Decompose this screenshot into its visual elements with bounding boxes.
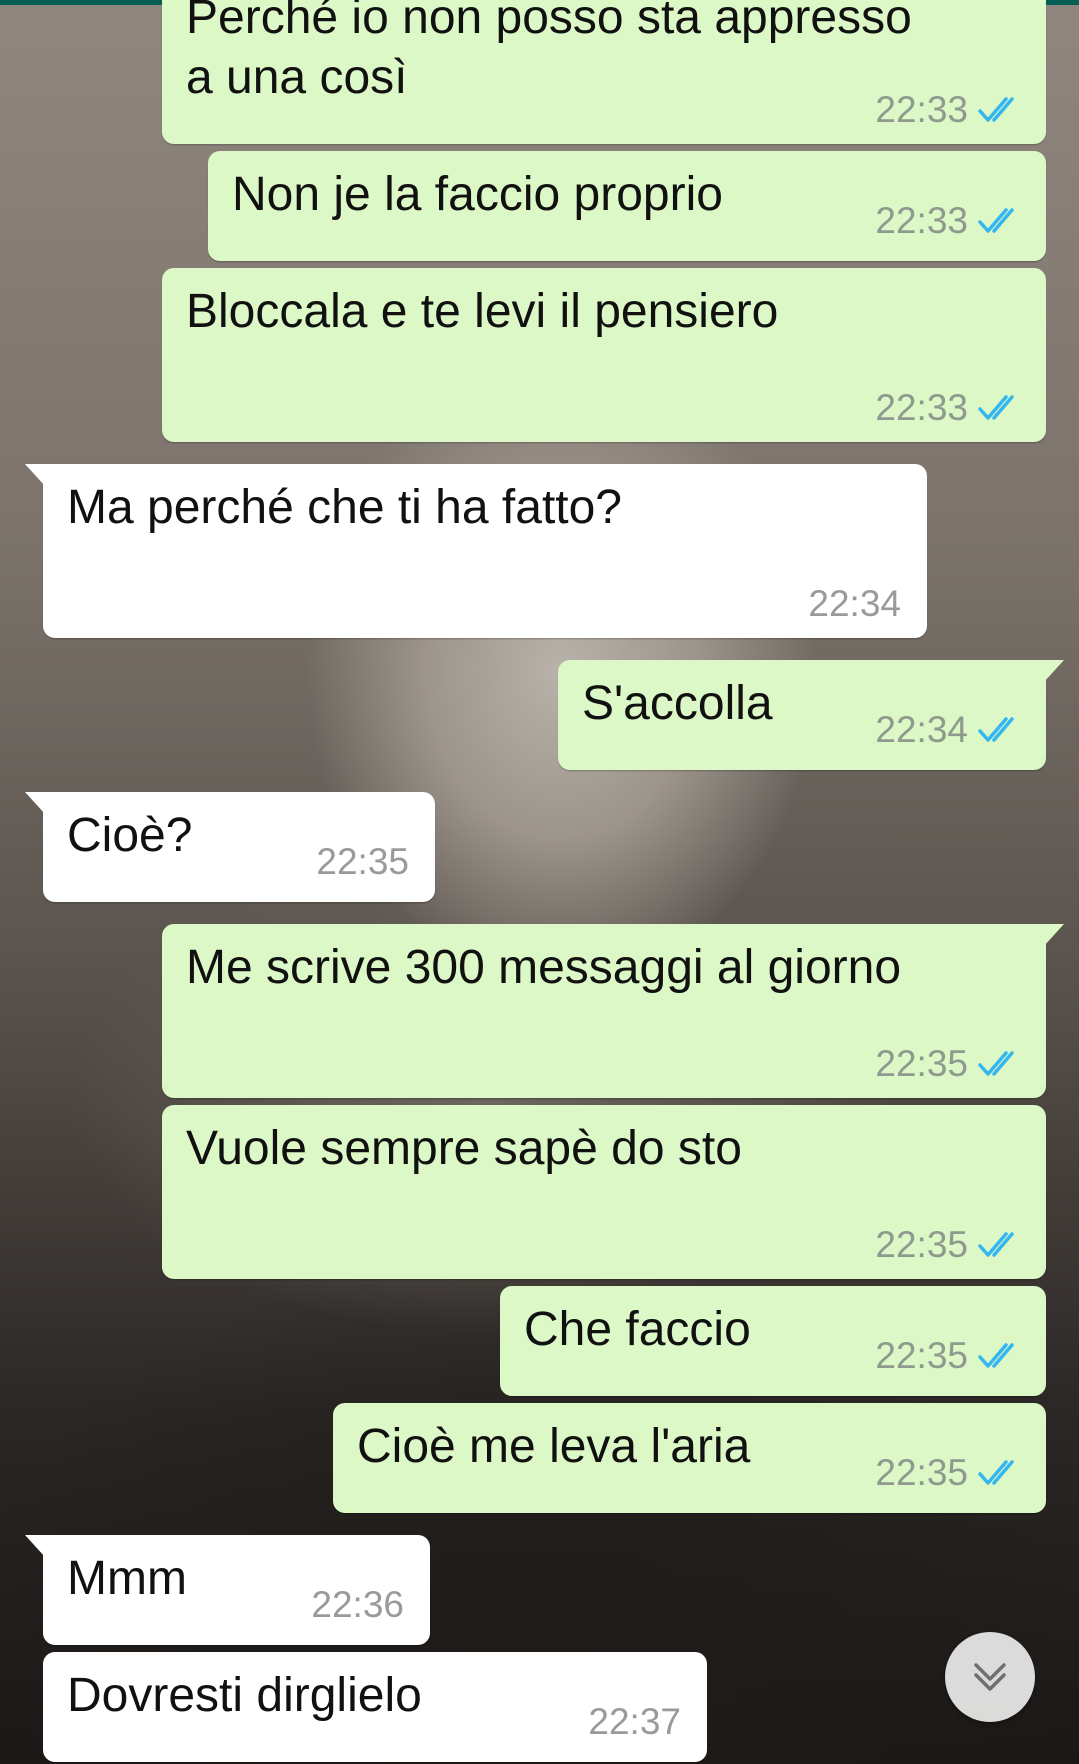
message-time: 22:35 [875,1452,968,1493]
message-text: Me scrive 300 messaggi al giorno [186,941,902,994]
message-meta: 22:34 [875,710,1024,750]
double-check-icon [978,1460,1014,1485]
message-time: 22:35 [875,1043,968,1084]
bubble-tail [1044,660,1064,682]
double-check-icon [978,208,1014,233]
double-check-icon [978,1232,1014,1257]
message-bubble-outgoing[interactable]: Bloccala e te levi il pensiero 22:33 [162,268,1046,442]
message-meta: 22:33 [875,90,1024,130]
message-meta: 22:35 [875,1044,1024,1084]
bubble-tail [25,1535,45,1557]
message-time: 22:33 [875,387,968,428]
bubble-tail [25,464,45,486]
double-check-icon [978,717,1014,742]
message-meta: 22:36 [311,1585,404,1625]
message-bubble-incoming[interactable]: Mmm 22:36 [25,1535,430,1645]
message-text: Bloccala e te levi il pensiero [186,285,779,338]
message-bubble-outgoing[interactable]: Perché io non posso sta appresso a una c… [162,0,1046,144]
message-bubble-outgoing[interactable]: S'accolla 22:34 [558,660,1064,770]
message-time: 22:34 [875,709,968,750]
scroll-to-bottom-button[interactable] [945,1632,1035,1722]
message-text: Non je la faccio proprio [232,168,723,221]
message-text: Dovresti dirglielo [67,1669,422,1722]
message-text: Vuole sempre sapè do sto [186,1122,742,1175]
double-check-icon [978,395,1014,420]
message-meta: 22:33 [875,201,1024,241]
message-text: Cioè me leva l'aria [357,1420,751,1473]
message-time: 22:33 [875,89,968,130]
message-text: Cioè? [67,809,193,862]
message-meta: 22:35 [875,1453,1024,1493]
message-meta: 22:35 [875,1336,1024,1376]
message-meta: 22:34 [808,584,901,624]
double-check-icon [978,97,1014,122]
message-time: 22:35 [875,1224,968,1265]
message-bubble-outgoing[interactable]: Non je la faccio proprio 22:33 [208,151,1046,261]
message-meta: 22:33 [875,388,1024,428]
message-meta: 22:37 [588,1702,681,1742]
message-bubble-incoming[interactable]: Ma perché che ti ha fatto? 22:34 [25,464,927,638]
message-meta: 22:35 [875,1225,1024,1265]
chevron-double-down-icon [974,1663,1006,1691]
message-time: 22:33 [875,200,968,241]
message-time: 22:36 [311,1584,404,1625]
bubble-tail [1044,924,1064,946]
double-check-icon [978,1343,1014,1368]
message-bubble-outgoing[interactable]: Cioè me leva l'aria 22:35 [333,1403,1046,1513]
message-time: 22:34 [808,583,901,624]
message-bubble-outgoing[interactable]: Me scrive 300 messaggi al giorno 22:35 [162,924,1064,1098]
double-check-icon [978,1051,1014,1076]
message-bubble-outgoing[interactable]: Che faccio 22:35 [500,1286,1046,1396]
message-meta: 22:35 [316,842,409,882]
message-bubble-incoming[interactable]: Dovresti dirglielo 22:37 [43,1652,707,1762]
message-bubble-incoming[interactable]: Cioè? 22:35 [25,792,435,902]
message-time: 22:37 [588,1701,681,1742]
message-text: S'accolla [582,677,773,730]
message-time: 22:35 [875,1335,968,1376]
message-bubble-outgoing[interactable]: Vuole sempre sapè do sto 22:35 [162,1105,1046,1279]
message-text: Mmm [67,1552,187,1605]
bubble-tail [25,792,45,814]
message-time: 22:35 [316,841,409,882]
message-text: Che faccio [524,1303,751,1356]
message-text: Ma perché che ti ha fatto? [67,481,622,534]
message-text: Perché io non posso sta appresso a una c… [186,0,912,104]
